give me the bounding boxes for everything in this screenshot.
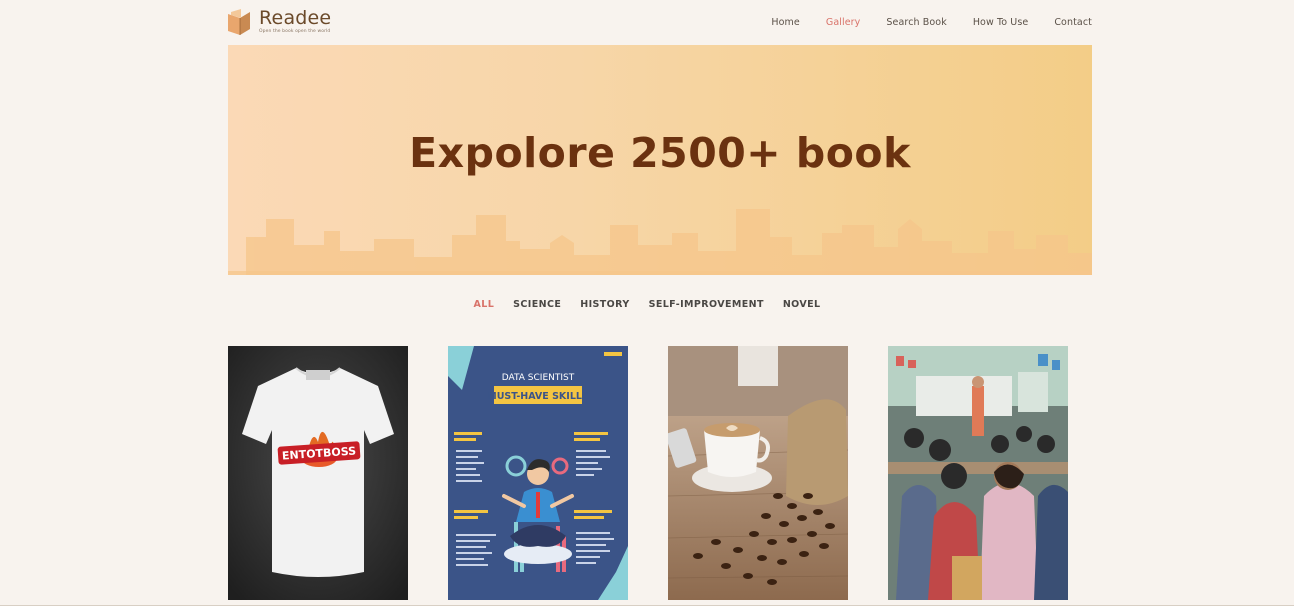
filter-history[interactable]: HISTORY	[580, 298, 629, 311]
book-logo-icon	[228, 9, 250, 35]
gallery-item-coffee[interactable]	[668, 346, 848, 600]
brand-name: Readee	[259, 7, 332, 30]
coffee-image	[668, 346, 848, 600]
category-filters: ALL SCIENCE HISTORY SELF-IMPROVEMENT NOV…	[0, 298, 1294, 311]
filter-all[interactable]: ALL	[474, 298, 495, 311]
brand-logo[interactable]: Readee Open the book open the world	[228, 9, 331, 35]
nav-how-to-use[interactable]: How To Use	[973, 17, 1029, 28]
tshirt-image: ENTOTBOSS	[228, 346, 408, 600]
poster-title: DATA SCIENTIST	[502, 373, 575, 383]
book-gallery: ENTOTBOSS DATA SCIENTIST MUST-HAVE SKILL…	[228, 346, 1088, 606]
brand-tagline: Open the book open the world	[259, 29, 331, 35]
gallery-item-tshirt[interactable]: ENTOTBOSS	[228, 346, 408, 600]
nav-contact[interactable]: Contact	[1054, 17, 1092, 28]
poster-subtitle: MUST-HAVE SKILLS	[487, 391, 589, 402]
gallery-item-classroom[interactable]	[888, 346, 1068, 600]
site-header: Readee Open the book open the world Home…	[228, 0, 1092, 44]
filter-novel[interactable]: NOVEL	[783, 298, 821, 311]
nav-gallery[interactable]: Gallery	[826, 17, 861, 28]
nav-search-book[interactable]: Search Book	[886, 17, 946, 28]
classroom-image	[888, 346, 1068, 600]
hero-banner: Expolore 2500+ book	[228, 45, 1092, 275]
filter-science[interactable]: SCIENCE	[513, 298, 561, 311]
nav-home[interactable]: Home	[771, 17, 799, 28]
gallery-item-data-scientist-poster[interactable]: DATA SCIENTIST MUST-HAVE SKILLS	[448, 346, 628, 600]
filter-self-improvement[interactable]: SELF-IMPROVEMENT	[649, 298, 764, 311]
data-scientist-poster-image: DATA SCIENTIST MUST-HAVE SKILLS	[448, 346, 628, 600]
main-nav: Home Gallery Search Book How To Use Cont…	[771, 17, 1092, 28]
city-skyline-illustration	[228, 209, 1092, 275]
hero-title: Expolore 2500+ book	[409, 129, 911, 177]
